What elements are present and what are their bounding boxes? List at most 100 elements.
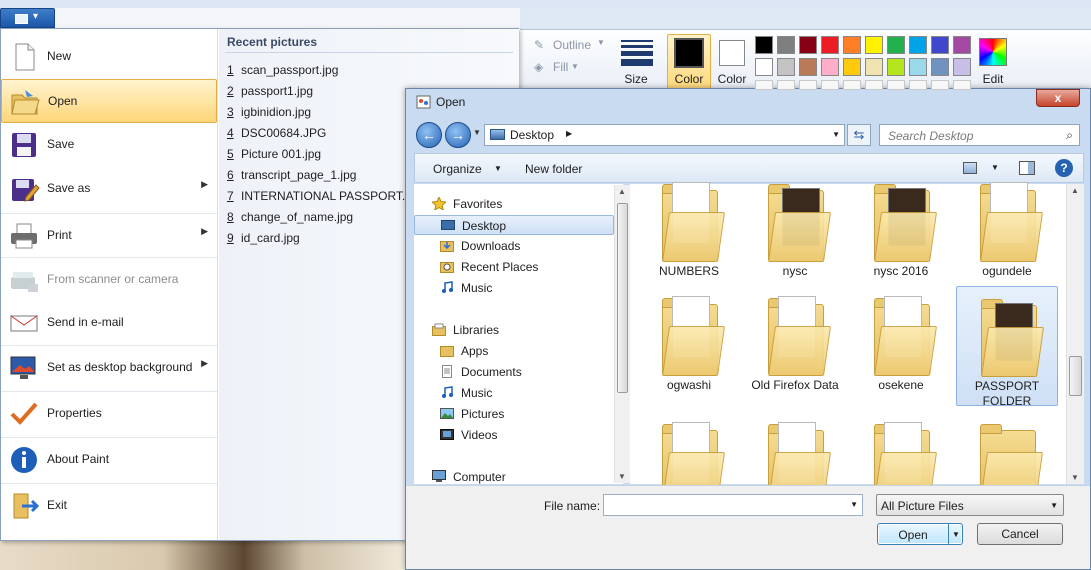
nav-item-videos[interactable]: Videos (414, 425, 614, 445)
nav-item-downloads[interactable]: Downloads (414, 236, 614, 256)
size-icon[interactable] (621, 40, 653, 66)
view-chevron-icon[interactable]: ▼ (991, 163, 999, 172)
folder-item[interactable]: ogwashi (638, 286, 740, 406)
palette-color-swatch[interactable] (755, 36, 773, 54)
cancel-button[interactable]: Cancel (977, 523, 1063, 545)
palette-color-swatch[interactable] (821, 58, 839, 76)
nav-scrollbar[interactable]: ▲ ▼ (614, 185, 630, 483)
open-button[interactable]: Open ▼ (877, 523, 963, 545)
menu-item-send-in-e-mail[interactable]: Send in e-mail (1, 301, 217, 345)
nav-item-apps[interactable]: Apps (414, 341, 614, 361)
nav-item-pictures[interactable]: Pictures (414, 404, 614, 424)
organize-button[interactable]: Organize (433, 162, 482, 176)
scroll-down-icon[interactable]: ▼ (618, 472, 626, 481)
palette-color-swatch[interactable] (909, 36, 927, 54)
nav-item-favorites[interactable]: Favorites (414, 194, 614, 214)
recent-picture-item[interactable]: 5 Picture 001.jpg (227, 147, 321, 165)
nav-item-desktop[interactable]: Desktop (414, 215, 614, 235)
paint-menu-button[interactable]: ▾ (0, 8, 55, 28)
scroll-up-icon[interactable]: ▲ (1071, 186, 1079, 195)
palette-empty-swatch[interactable] (953, 80, 971, 90)
palette-color-swatch[interactable] (843, 58, 861, 76)
nav-item-computer[interactable]: Computer (414, 467, 614, 487)
palette-color-swatch[interactable] (887, 58, 905, 76)
palette-color-swatch[interactable] (799, 58, 817, 76)
palette-color-swatch[interactable] (865, 58, 883, 76)
folder-item[interactable]: osekene (850, 286, 952, 406)
menu-item-save-as[interactable]: Save as ▶ (1, 167, 217, 211)
recent-picture-item[interactable]: 7 INTERNATIONAL PASSPORT.jpg (227, 189, 421, 207)
palette-color-swatch[interactable] (821, 36, 839, 54)
palette-empty-swatch[interactable] (887, 80, 905, 90)
address-dropdown-icon[interactable]: ▼ (832, 130, 840, 139)
recent-picture-item[interactable]: 6 transcript_page_1.jpg (227, 168, 356, 186)
address-crumb-desktop[interactable]: Desktop (510, 128, 554, 142)
recent-picture-item[interactable]: 9 id_card.jpg (227, 231, 300, 249)
recent-picture-item[interactable]: 1 scan_passport.jpg (227, 63, 338, 81)
nav-item-documents[interactable]: Documents (414, 362, 614, 382)
menu-item-from-scanner-or-camera[interactable]: From scanner or camera (1, 257, 217, 301)
palette-color-swatch[interactable] (953, 58, 971, 76)
color2-swatch[interactable] (719, 40, 745, 66)
menu-item-print[interactable]: Print ▶ (1, 213, 217, 257)
nav-item-libraries[interactable]: Libraries (414, 320, 614, 340)
outline-button[interactable]: Outline (553, 38, 591, 52)
scroll-up-icon[interactable]: ▲ (618, 187, 626, 196)
edit-colors-icon[interactable] (979, 38, 1007, 66)
folder-item[interactable]: Old Firefox Data (744, 286, 846, 406)
palette-color-swatch[interactable] (777, 36, 795, 54)
open-options-chevron-icon[interactable]: ▼ (952, 530, 960, 539)
folder-item[interactable]: NUMBERS (638, 172, 740, 292)
menu-item-save[interactable]: Save (1, 123, 217, 167)
search-icon[interactable]: ⌕ (1066, 128, 1073, 143)
palette-empty-swatch[interactable] (865, 80, 883, 90)
palette-empty-swatch[interactable] (777, 80, 795, 90)
palette-color-swatch[interactable] (931, 58, 949, 76)
recent-locations-chevron-icon[interactable]: ▼ (473, 128, 481, 137)
scroll-thumb[interactable] (617, 203, 628, 393)
palette-empty-swatch[interactable] (931, 80, 949, 90)
nav-item-recent-places[interactable]: Recent Places (414, 257, 614, 277)
menu-item-exit[interactable]: Exit (1, 483, 217, 527)
folder-item[interactable]: nysc (744, 172, 846, 292)
refresh-icon[interactable]: ⇆ (847, 124, 871, 146)
palette-color-swatch[interactable] (777, 58, 795, 76)
breadcrumb-arrow-icon[interactable]: ▶ (566, 129, 572, 138)
palette-color-swatch[interactable] (953, 36, 971, 54)
fill-button[interactable]: Fill (553, 60, 568, 74)
back-arrow-icon[interactable]: ← (416, 122, 442, 148)
palette-color-swatch[interactable] (909, 58, 927, 76)
menu-item-set-as-desktop-background[interactable]: Set as desktop background ▶ (1, 345, 217, 389)
palette-color-swatch[interactable] (931, 36, 949, 54)
folder-item[interactable]: ogundele (956, 172, 1058, 292)
recent-picture-item[interactable]: 4 DSC00684.JPG (227, 126, 326, 144)
menu-item-new[interactable]: New (1, 35, 217, 79)
file-name-input[interactable]: ▼ (603, 494, 863, 516)
palette-color-swatch[interactable] (887, 36, 905, 54)
palette-empty-swatch[interactable] (821, 80, 839, 90)
palette-empty-swatch[interactable] (755, 80, 773, 90)
menu-item-about-paint[interactable]: About Paint (1, 437, 217, 481)
palette-empty-swatch[interactable] (843, 80, 861, 90)
close-button[interactable]: x (1036, 89, 1080, 107)
nav-item-music[interactable]: Music (414, 383, 614, 403)
address-bar[interactable]: Desktop ▶ ▼ (484, 124, 845, 146)
palette-empty-swatch[interactable] (909, 80, 927, 90)
palette-color-swatch[interactable] (755, 58, 773, 76)
folder-item[interactable]: nysc 2016 (850, 172, 952, 292)
recent-picture-item[interactable]: 2 passport1.jpg (227, 84, 313, 102)
scroll-down-icon[interactable]: ▼ (1071, 473, 1079, 482)
menu-item-open[interactable]: Open (1, 79, 217, 123)
file-name-dropdown-icon[interactable]: ▼ (850, 500, 858, 509)
folder-item[interactable]: PASSPORT FOLDER (956, 286, 1058, 408)
file-type-select[interactable]: All Picture Files ▼ (876, 494, 1064, 516)
recent-picture-item[interactable]: 3 igbinidion.jpg (227, 105, 311, 123)
menu-item-properties[interactable]: Properties (1, 391, 217, 435)
nav-item-music[interactable]: Music (414, 278, 614, 298)
palette-color-swatch[interactable] (799, 36, 817, 54)
files-scrollbar[interactable]: ▲ ▼ (1066, 184, 1084, 484)
palette-color-swatch[interactable] (843, 36, 861, 54)
search-box[interactable]: Search Desktop ⌕ (879, 124, 1080, 146)
palette-color-swatch[interactable] (865, 36, 883, 54)
forward-arrow-icon[interactable]: → (445, 122, 471, 148)
